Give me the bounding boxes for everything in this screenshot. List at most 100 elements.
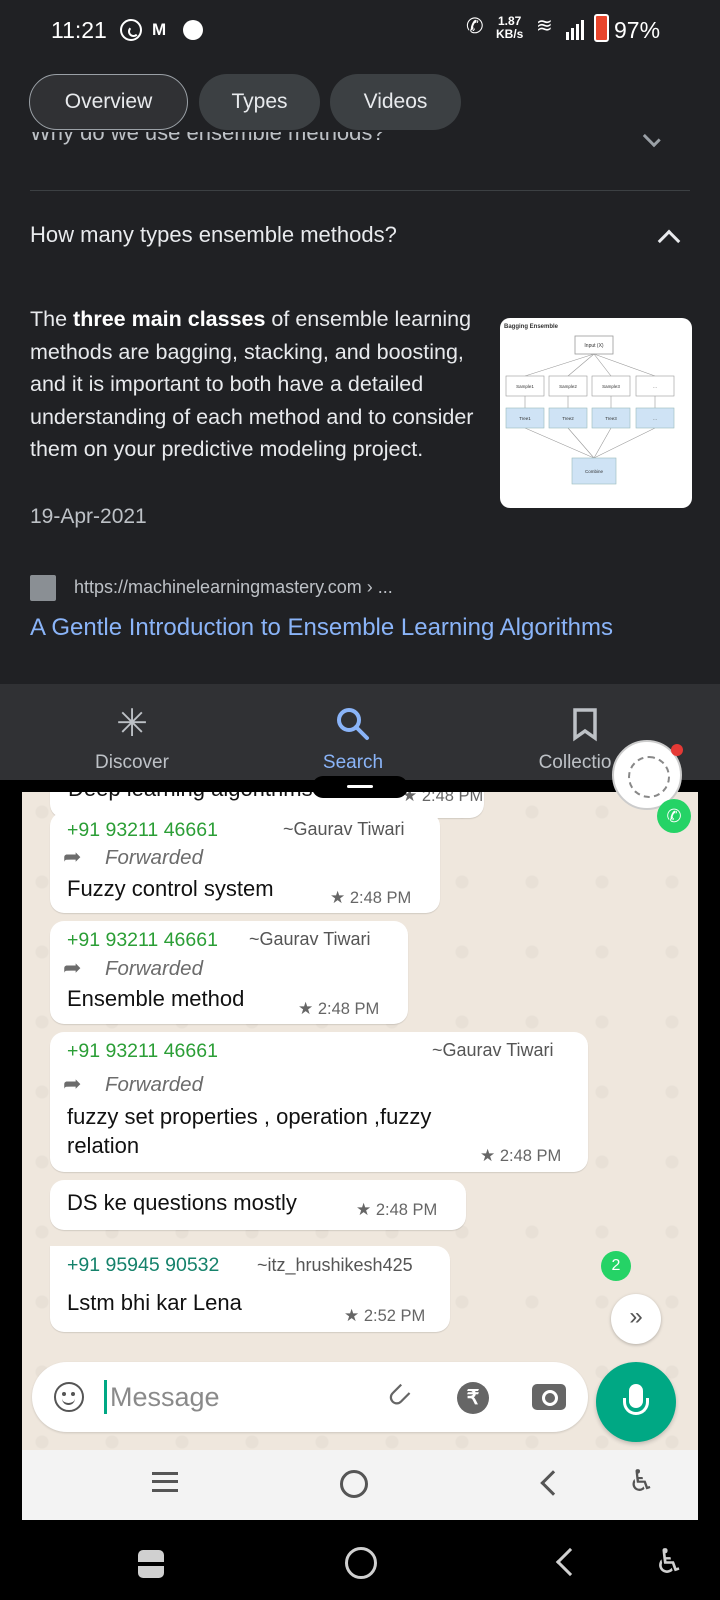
diagram-sample-1: Sample1 [516,384,534,389]
diagram-input-lines [524,353,656,459]
tab-videos[interactable]: Videos [330,74,461,130]
status-time: 11:21 [51,17,107,43]
sender-number[interactable]: +91 93211 46661 [67,929,218,952]
message-input[interactable] [110,1376,380,1418]
diagram-tree-4: ... [653,416,657,421]
message-time: ★ 2:48 PM [330,888,411,908]
nav-discover[interactable]: ✳ Discover [42,684,222,780]
menu-icon[interactable] [152,1472,178,1492]
message-bubble[interactable]: +91 95945 90532 ~itz_hrushikesh425 Lstm … [50,1246,450,1332]
nav-search[interactable]: Search [263,684,443,780]
home-button[interactable] [345,1547,377,1579]
star-icon: ★ [480,1146,496,1165]
forwarded-label: Forwarded [105,846,203,869]
source-url[interactable]: https://machinelearningmastery.com › ... [74,577,393,598]
diagram-combine-label: Combine [585,469,604,474]
accessibility-button[interactable]: ♿︎ [654,1542,684,1582]
star-icon: ★ [344,1306,360,1325]
faq-previous-question[interactable]: Why do we use ensemble methods? [30,132,670,156]
back-button[interactable] [555,1547,585,1577]
attachment-icon[interactable]: ⊂ [377,1374,420,1417]
message-time: ★ 2:52 PM [344,1306,425,1326]
message-time-text: 2:52 PM [363,1307,426,1325]
answer-bold: three main classes [73,307,266,331]
forwarded-label: Forwarded [105,957,203,980]
bagging-ensemble-diagram[interactable]: Bagging Ensemble Input (X) Sample1 Sampl… [500,318,692,508]
message-time-text: 2:48 PM [375,1201,438,1219]
message-text: Ensemble method [67,986,245,1011]
split-screen-handle[interactable] [312,776,408,798]
star-icon: ★ [356,1200,372,1219]
message-text: Lstm bhi kar Lena [67,1290,242,1315]
forward-arrow-icon: ➦ [63,1071,82,1096]
message-text: DS ke questions mostly [67,1190,297,1215]
message-bubble[interactable]: +91 93211 46661 ~Gaurav Tiwari ➦ Forward… [50,812,440,913]
message-time: ★ 2:48 PM [298,999,379,1019]
scroll-to-bottom-button[interactable]: » [611,1294,661,1344]
forwarded-label: Forwarded [105,1073,203,1096]
nav-search-label: Search [322,752,384,773]
message-bubble[interactable]: +91 93211 46661 ~Gaurav Tiwari ➦ Forward… [50,921,408,1024]
star-icon: ★ [330,888,346,907]
divider [30,190,690,191]
tab-overview[interactable]: Overview [29,74,188,130]
sender-number[interactable]: +91 93211 46661 [67,1040,218,1063]
sender-name: ~Gaurav Tiwari [283,819,405,839]
message-text: Fuzzy control system [67,876,274,901]
battery-icon [594,14,609,42]
faq-question[interactable]: How many types ensemble methods? [30,222,397,248]
app-navigation-bar: ♿︎ [22,1450,698,1520]
diagram-tree-boxes [505,407,675,429]
google-app-window: 11:21 M ✆ 1.87 KB/s ≋ 97% Overview Types… [0,0,720,780]
message-time: ★ 2:48 PM [480,1146,561,1166]
diagram-sample-3: Sample3 [602,384,620,389]
app-notification-icon [183,20,203,40]
result-title-link[interactable]: A Gentle Introduction to Ensemble Learni… [30,614,613,642]
message-time-text: 2:48 PM [421,792,484,805]
rupee-payment-icon[interactable]: ₹ [457,1382,489,1414]
battery-percent: 97% [614,17,661,43]
sender-name: ~Gaurav Tiwari [432,1040,554,1060]
whatsapp-chat-window: Deep learning algorithms ★ 2:48 PM +91 9… [22,792,698,1450]
recents-icon[interactable] [138,1550,164,1578]
nav-discover-label: Discover [95,752,169,773]
status-bar: 11:21 M ✆ 1.87 KB/s ≋ 97% [0,0,720,60]
mic-button[interactable] [596,1362,676,1442]
answer-date: 19-Apr-2021 [30,505,147,528]
message-text-line-2: relation [67,1133,140,1158]
sender-number[interactable]: +91 95945 90532 [67,1254,219,1277]
faq-previous-question-text: Why do we use ensemble methods? [30,132,385,145]
message-time-text: 2:48 PM [349,889,412,907]
answer-prefix: The [30,307,74,331]
wifi-icon: ≋ [536,15,553,37]
whatsapp-icon: ✆ [657,799,691,833]
message-time-text: 2:48 PM [317,1000,380,1018]
back-icon[interactable] [540,1470,566,1496]
network-speed: 1.87 KB/s [496,15,523,41]
diagram-title: Bagging Ensemble [504,324,559,330]
message-bubble[interactable]: DS ke questions mostly ★ 2:48 PM [50,1180,466,1230]
diagram-svg: Bagging Ensemble Input (X) Sample1 Sampl… [504,324,675,485]
tab-types[interactable]: Types [199,74,320,130]
forward-arrow-icon: ➦ [63,955,82,980]
message-text-line-1: fuzzy set properties , operation ,fuzzy [67,1104,432,1129]
diagram-sample-4: ... [653,384,657,389]
gmail-notification-icon: M [152,20,167,39]
camera-icon[interactable] [532,1384,566,1410]
search-icon [333,704,373,744]
text-cursor [104,1380,107,1414]
chevron-up-icon[interactable] [657,229,681,253]
message-composer: ⊂ ₹ [32,1362,588,1432]
diagram-input-label: Input (X) [584,343,604,349]
emoji-icon[interactable] [54,1382,84,1412]
sender-number[interactable]: +91 93211 46661 [67,819,218,842]
home-icon[interactable] [340,1470,368,1498]
message-time: ★ 2:48 PM [402,792,483,806]
faq-answer: The three main classes of ensemble learn… [30,303,475,466]
result-tabs: Overview Types Videos [0,74,720,130]
sender-name: ~Gaurav Tiwari [249,929,371,949]
forward-arrow-icon: ➦ [63,844,82,869]
message-bubble[interactable]: +91 93211 46661 ~Gaurav Tiwari ➦ Forward… [50,1032,588,1172]
notification-dot [671,744,683,756]
bookmark-icon [565,704,605,744]
